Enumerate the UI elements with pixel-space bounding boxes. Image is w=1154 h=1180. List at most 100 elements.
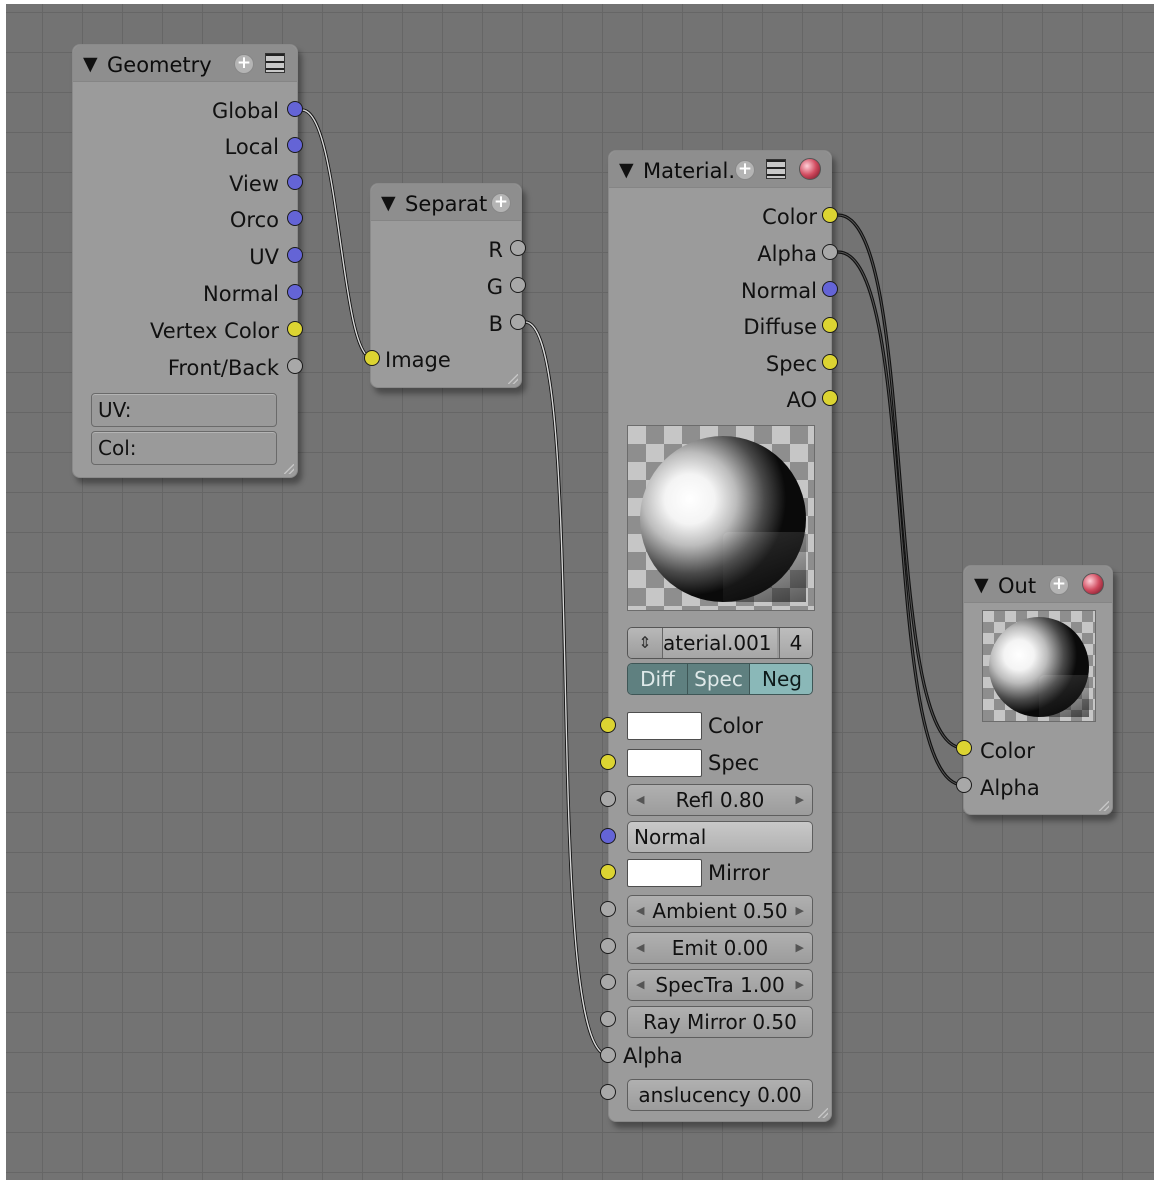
spec-swatch[interactable] bbox=[627, 749, 702, 777]
resize-grip-icon[interactable] bbox=[1099, 801, 1109, 811]
socket-normal-out[interactable] bbox=[822, 281, 838, 297]
input-label-alpha: Alpha bbox=[980, 776, 1040, 800]
decrement-arrow-icon[interactable]: ◀ bbox=[636, 970, 644, 1000]
material-ball-icon[interactable] bbox=[799, 158, 821, 180]
translucency-slider[interactable]: anslucency 0.00 bbox=[627, 1079, 813, 1111]
input-label-spec: Spec bbox=[708, 751, 760, 775]
socket-g[interactable] bbox=[510, 277, 526, 293]
list-icon[interactable] bbox=[766, 159, 786, 179]
geometry-node-header[interactable]: ▼ Geometry + bbox=[73, 45, 297, 82]
increment-arrow-icon[interactable]: ▶ bbox=[796, 785, 804, 815]
socket-mirror-in[interactable] bbox=[600, 864, 616, 880]
socket-normal-in[interactable] bbox=[600, 828, 616, 844]
separate-node-header[interactable]: ▼ Separat + bbox=[371, 184, 521, 221]
material-users-count[interactable]: 4 bbox=[779, 628, 812, 658]
geometry-node[interactable]: ▼ Geometry + Global Local View Orco UV N… bbox=[72, 44, 298, 478]
socket-ambient-in[interactable] bbox=[600, 901, 616, 917]
collapse-triangle-icon[interactable]: ▼ bbox=[83, 53, 98, 75]
toggle-neg[interactable]: Neg bbox=[750, 664, 812, 694]
emit-slider[interactable]: ◀ Emit 0.00 ▶ bbox=[627, 932, 813, 964]
preview-sphere bbox=[640, 436, 806, 602]
separate-rgb-node[interactable]: ▼ Separat + R G B Image bbox=[370, 183, 522, 388]
output-label-normal: Normal bbox=[741, 279, 817, 303]
list-icon[interactable] bbox=[265, 53, 285, 73]
socket-output-color-in[interactable] bbox=[956, 740, 972, 756]
ray-mirror-slider[interactable]: Ray Mirror 0.50 bbox=[627, 1006, 813, 1038]
color-layer-field[interactable]: Col: bbox=[91, 431, 277, 465]
color-swatch[interactable] bbox=[627, 712, 702, 740]
material-ball-icon[interactable] bbox=[1082, 573, 1104, 595]
socket-emit-in[interactable] bbox=[600, 938, 616, 954]
socket-diffuse-out[interactable] bbox=[822, 317, 838, 333]
plus-icon[interactable]: + bbox=[234, 54, 254, 74]
socket-color-out[interactable] bbox=[822, 207, 838, 223]
plus-icon[interactable]: + bbox=[491, 193, 511, 213]
socket-global[interactable] bbox=[287, 101, 303, 117]
output-label-alpha: Alpha bbox=[757, 242, 817, 266]
socket-spec-in[interactable] bbox=[600, 754, 616, 770]
output-node[interactable]: ▼ Out + Color Alpha bbox=[963, 565, 1113, 815]
socket-spectra-in[interactable] bbox=[600, 974, 616, 990]
socket-refl-in[interactable] bbox=[600, 791, 616, 807]
resize-grip-icon[interactable] bbox=[284, 464, 294, 474]
ambient-slider[interactable]: ◀ Ambient 0.50 ▶ bbox=[627, 895, 813, 927]
output-label-color: Color bbox=[762, 205, 817, 229]
material-selector[interactable]: ⇕ aterial.001 4 bbox=[627, 627, 813, 659]
decrement-arrow-icon[interactable]: ◀ bbox=[636, 933, 644, 963]
socket-translucency-in[interactable] bbox=[600, 1084, 616, 1100]
plus-icon[interactable]: + bbox=[735, 160, 755, 180]
socket-vertex-color[interactable] bbox=[287, 321, 303, 337]
socket-local[interactable] bbox=[287, 137, 303, 153]
toggle-diff[interactable]: Diff bbox=[628, 664, 688, 694]
collapse-triangle-icon[interactable]: ▼ bbox=[974, 574, 989, 596]
output-label-b: B bbox=[488, 312, 503, 336]
plus-icon[interactable]: + bbox=[1049, 575, 1069, 595]
resize-grip-icon[interactable] bbox=[818, 1108, 828, 1118]
material-preview bbox=[627, 425, 815, 611]
output-label-ao: AO bbox=[786, 388, 817, 412]
socket-orco[interactable] bbox=[287, 210, 303, 226]
socket-color-in[interactable] bbox=[600, 717, 616, 733]
material-name-field[interactable]: aterial.001 bbox=[663, 628, 777, 658]
material-node[interactable]: ▼ Material. + Color Alpha Normal Diffuse… bbox=[608, 150, 832, 1122]
socket-front-back[interactable] bbox=[287, 358, 303, 374]
output-node-header[interactable]: ▼ Out + bbox=[964, 566, 1112, 603]
output-label-diffuse: Diffuse bbox=[743, 315, 817, 339]
socket-image-in[interactable] bbox=[364, 350, 380, 366]
resize-grip-icon[interactable] bbox=[508, 374, 518, 384]
socket-uv[interactable] bbox=[287, 247, 303, 263]
increment-arrow-icon[interactable]: ▶ bbox=[796, 896, 804, 926]
material-node-header[interactable]: ▼ Material. + bbox=[609, 151, 831, 188]
socket-view[interactable] bbox=[287, 174, 303, 190]
socket-alpha-out[interactable] bbox=[822, 244, 838, 260]
decrement-arrow-icon[interactable]: ◀ bbox=[636, 896, 644, 926]
refl-value: Refl 0.80 bbox=[675, 788, 765, 812]
emit-value: Emit 0.00 bbox=[671, 936, 769, 960]
socket-ray-mirror-in[interactable] bbox=[600, 1011, 616, 1027]
node-title: Material. bbox=[643, 159, 735, 183]
output-label-r: R bbox=[488, 238, 503, 262]
increment-arrow-icon[interactable]: ▶ bbox=[796, 933, 804, 963]
decrement-arrow-icon[interactable]: ◀ bbox=[636, 785, 644, 815]
socket-b[interactable] bbox=[510, 314, 526, 330]
socket-normal[interactable] bbox=[287, 284, 303, 300]
collapse-triangle-icon[interactable]: ▼ bbox=[381, 192, 396, 214]
increment-arrow-icon[interactable]: ▶ bbox=[796, 970, 804, 1000]
output-label-global: Global bbox=[212, 99, 279, 123]
normal-input-field[interactable]: Normal bbox=[627, 821, 813, 853]
collapse-triangle-icon[interactable]: ▼ bbox=[619, 159, 634, 181]
spectra-slider[interactable]: ◀ SpecTra 1.00 ▶ bbox=[627, 969, 813, 1001]
refl-slider[interactable]: ◀ Refl 0.80 ▶ bbox=[627, 784, 813, 816]
socket-output-alpha-in[interactable] bbox=[956, 777, 972, 793]
socket-spec-out[interactable] bbox=[822, 354, 838, 370]
uv-layer-field[interactable]: UV: bbox=[91, 393, 277, 427]
updown-arrows-icon[interactable]: ⇕ bbox=[628, 628, 663, 658]
output-label-g: G bbox=[486, 275, 503, 299]
socket-ao-out[interactable] bbox=[822, 390, 838, 406]
input-label-image: Image bbox=[385, 348, 451, 372]
socket-alpha-in[interactable] bbox=[600, 1047, 616, 1063]
mirror-swatch[interactable] bbox=[627, 859, 702, 887]
socket-r[interactable] bbox=[510, 240, 526, 256]
toggle-spec[interactable]: Spec bbox=[688, 664, 750, 694]
output-label-local: Local bbox=[224, 135, 279, 159]
